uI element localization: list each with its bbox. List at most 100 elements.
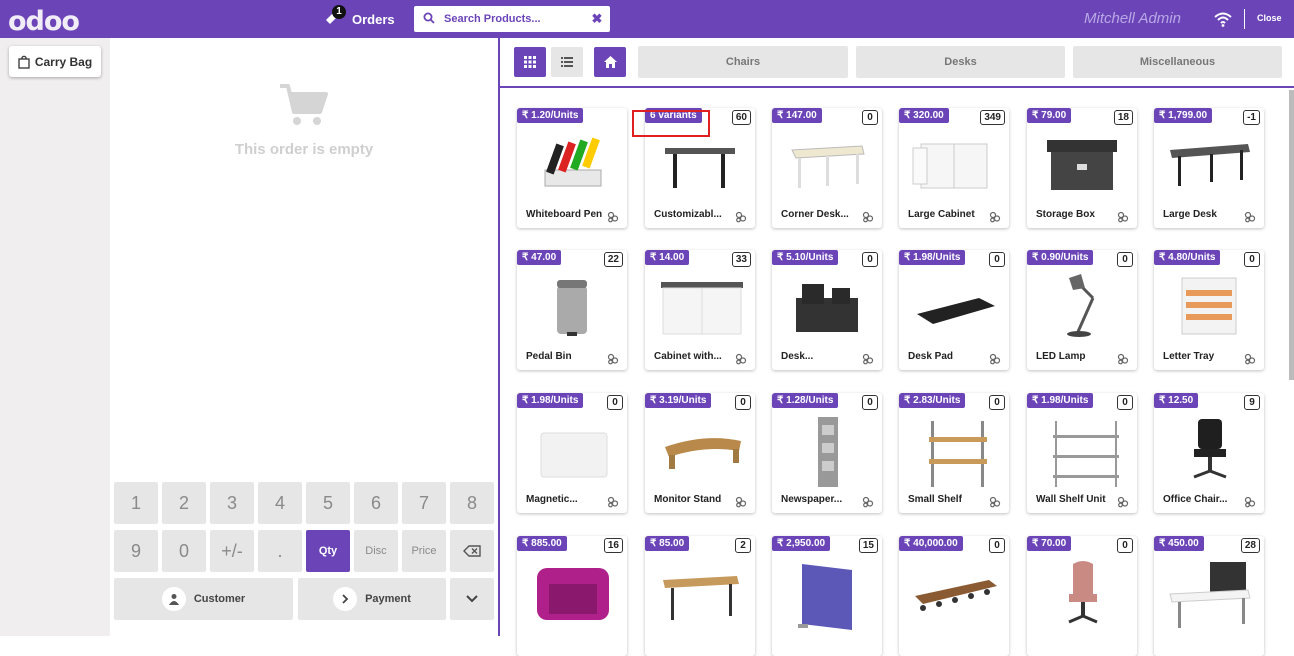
desk-image	[655, 126, 745, 206]
product-card[interactable]: ₹ 0.90/Units 0 LED Lamp	[1027, 250, 1137, 370]
category-chairs[interactable]: Chairs	[638, 46, 848, 78]
numpad-key-3[interactable]: 3	[210, 482, 254, 524]
product-card[interactable]: ₹ 1.28/Units 0 Newspaper...	[772, 393, 882, 513]
numpad-key-1[interactable]: 1	[114, 482, 158, 524]
product-card[interactable]: ₹ 40,000.00 0	[899, 536, 1009, 656]
numpad-key-8[interactable]: 8	[450, 482, 494, 524]
product-card[interactable]: ₹ 885.00 16	[517, 536, 627, 656]
product-info-icon[interactable]	[735, 495, 747, 508]
product-info-icon[interactable]	[1244, 495, 1256, 508]
price-tag: ₹ 885.00	[517, 536, 567, 551]
numpad-key-0[interactable]: 0	[162, 530, 206, 572]
product-grid-scrollbar[interactable]	[1289, 90, 1294, 380]
product-info-icon[interactable]	[607, 210, 619, 223]
product-card[interactable]: ₹ 47.00 22 Pedal Bin	[517, 250, 627, 370]
product-card[interactable]: ₹ 2.83/Units 0 Small Shelf	[899, 393, 1009, 513]
product-card[interactable]: ₹ 147.00 0 Corner Desk...	[772, 108, 882, 228]
product-info-icon[interactable]	[1117, 210, 1129, 223]
price-tag: ₹ 147.00	[772, 108, 822, 123]
price-tag: ₹ 5.10/Units	[772, 250, 839, 265]
product-card[interactable]: ₹ 320.00 349 Large Cabinet	[899, 108, 1009, 228]
list-view-button[interactable]	[551, 47, 583, 77]
product-card[interactable]: ₹ 450.00 28	[1154, 536, 1264, 656]
lamp-image	[1037, 268, 1127, 348]
search-icon	[414, 12, 444, 27]
product-info-icon[interactable]	[1117, 352, 1129, 365]
close-button[interactable]: Close	[1257, 13, 1282, 23]
clear-search-icon[interactable]: ✖	[584, 11, 610, 27]
product-card[interactable]: ₹ 4.80/Units 0 Letter Tray	[1154, 250, 1264, 370]
qty-mode-button[interactable]: Qty	[306, 530, 350, 572]
product-info-icon[interactable]	[862, 352, 874, 365]
stock-quantity-badge: 0	[862, 110, 878, 125]
search-input[interactable]: Search Products...	[444, 13, 584, 25]
product-card[interactable]: ₹ 5.10/Units 0 Desk...	[772, 250, 882, 370]
product-info-icon[interactable]	[735, 352, 747, 365]
product-name: Pedal Bin	[526, 351, 572, 362]
category-desks[interactable]: Desks	[856, 46, 1065, 78]
product-card[interactable]: ₹ 85.00 2	[645, 536, 755, 656]
product-card[interactable]: ₹ 2,950.00 15	[772, 536, 882, 656]
booth-image	[527, 554, 617, 634]
magnetic-board-image	[527, 411, 617, 491]
more-options-button[interactable]	[450, 578, 494, 620]
carry-bag-button[interactable]: Carry Bag	[9, 46, 101, 77]
product-card[interactable]: ₹ 1.98/Units 0 Wall Shelf Unit	[1027, 393, 1137, 513]
product-card[interactable]: 6 variants 60 Customizabl...	[645, 108, 755, 228]
numpad-key-plus-minus[interactable]: +/-	[210, 530, 254, 572]
product-card[interactable]: ₹ 1,799.00 -1 Large Desk	[1154, 108, 1264, 228]
numpad-key-4[interactable]: 4	[258, 482, 302, 524]
product-card[interactable]: ₹ 3.19/Units 0 Monitor Stand	[645, 393, 755, 513]
customer-button[interactable]: Customer	[114, 578, 293, 620]
product-name: Storage Box	[1036, 209, 1095, 220]
product-info-icon[interactable]	[989, 352, 1001, 365]
numpad-key-5[interactable]: 5	[306, 482, 350, 524]
payment-button[interactable]: Payment	[298, 578, 446, 620]
product-info-icon[interactable]	[862, 495, 874, 508]
cart-icon	[280, 84, 328, 125]
disc-mode-button[interactable]: Disc	[354, 530, 398, 572]
large-desk-image	[1164, 126, 1254, 206]
product-info-icon[interactable]	[735, 210, 747, 223]
product-info-icon[interactable]	[607, 352, 619, 365]
variants-badge: 6 variants	[645, 108, 702, 123]
numpad-key-7[interactable]: 7	[402, 482, 446, 524]
numpad-key-6[interactable]: 6	[354, 482, 398, 524]
product-card[interactable]: ₹ 12.50 9 Office Chair...	[1154, 393, 1264, 513]
stock-quantity-badge: 0	[862, 395, 878, 410]
product-info-icon[interactable]	[989, 210, 1001, 223]
orders-button[interactable]: 1 Orders	[324, 5, 395, 33]
stock-quantity-badge: 15	[858, 538, 878, 553]
backspace-button[interactable]	[450, 530, 494, 572]
product-info-icon[interactable]	[989, 495, 1001, 508]
user-name[interactable]: Mitchell Admin	[1084, 10, 1181, 27]
product-info-icon[interactable]	[862, 210, 874, 223]
product-card[interactable]: ₹ 70.00 0	[1027, 536, 1137, 656]
product-name: Letter Tray	[1163, 351, 1215, 362]
stock-quantity-badge: 2	[735, 538, 751, 553]
order-pane: This order is empty 1 2 3 4 5 6 7 8 9 0 …	[110, 38, 498, 636]
product-card[interactable]: ₹ 1.98/Units 0 Magnetic...	[517, 393, 627, 513]
product-info-icon[interactable]	[1244, 352, 1256, 365]
numpad-key-decimal[interactable]: .	[258, 530, 302, 572]
stock-quantity-badge: 0	[1117, 395, 1133, 410]
product-name: Large Desk	[1163, 209, 1217, 220]
product-card[interactable]: ₹ 1.98/Units 0 Desk Pad	[899, 250, 1009, 370]
product-card[interactable]: ₹ 79.00 18 Storage Box	[1027, 108, 1137, 228]
grid-view-button[interactable]	[514, 47, 546, 77]
product-info-icon[interactable]	[607, 495, 619, 508]
product-card[interactable]: ₹ 14.00 33 Cabinet with...	[645, 250, 755, 370]
product-info-icon[interactable]	[1117, 495, 1129, 508]
numpad-key-2[interactable]: 2	[162, 482, 206, 524]
product-card[interactable]: ₹ 1.20/Units Whiteboard Pen	[517, 108, 627, 228]
chair-image	[1037, 554, 1127, 634]
category-miscellaneous[interactable]: Miscellaneous	[1073, 46, 1282, 78]
price-mode-button[interactable]: Price	[402, 530, 446, 572]
product-info-icon[interactable]	[1244, 210, 1256, 223]
price-tag: ₹ 3.19/Units	[645, 393, 712, 408]
stock-quantity-badge: 0	[735, 395, 751, 410]
numpad-key-9[interactable]: 9	[114, 530, 158, 572]
search-box[interactable]: Search Products... ✖	[414, 6, 610, 32]
ticket-icon: 1	[324, 5, 346, 28]
home-category-button[interactable]	[594, 47, 626, 77]
